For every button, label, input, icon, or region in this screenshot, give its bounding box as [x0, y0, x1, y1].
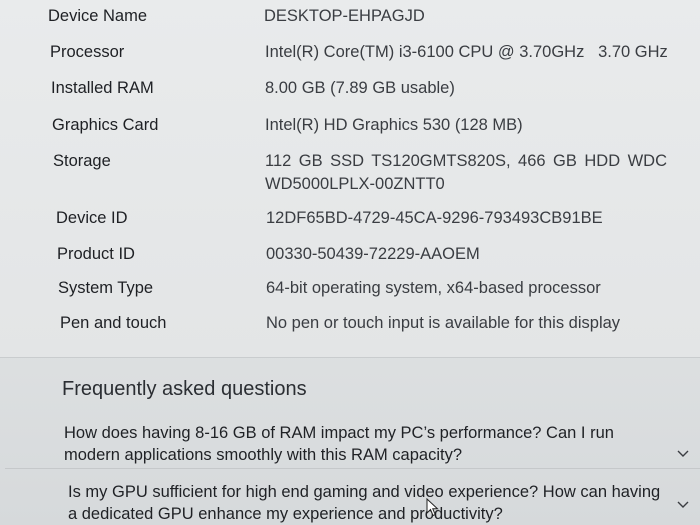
faq-item-ram[interactable]: How does having 8-16 GB of RAM impact my…	[0, 416, 700, 468]
spec-value: 00330-50439-72229-AAOEM	[266, 245, 480, 263]
spec-value: Intel(R) HD Graphics 530 (128 MB)	[265, 116, 523, 134]
device-specifications-panel: Device Name DESKTOP-EHPAGJD Processor In…	[0, 0, 700, 358]
spec-label: Processor	[50, 43, 125, 61]
spec-label: Device Name	[48, 7, 148, 25]
faq-question: How does having 8-16 GB of RAM impact my…	[64, 424, 614, 464]
chevron-down-icon[interactable]	[676, 497, 690, 511]
spec-label: Graphics Card	[52, 116, 159, 134]
faq-section: Frequently asked questions How does havi…	[0, 358, 700, 525]
spec-label: System Type	[58, 279, 154, 297]
spec-label: Product ID	[57, 245, 135, 263]
spec-value: DESKTOP-EHPAGJD	[264, 7, 425, 25]
faq-question: Is my GPU sufficient for high end gaming…	[68, 483, 661, 523]
spec-value: 12DF65BD-4729-45CA-9296-793493CB91BE	[266, 209, 603, 227]
faq-item-gpu[interactable]: Is my GPU sufficient for high end gaming…	[0, 469, 700, 525]
mouse-cursor-icon	[426, 497, 440, 518]
spec-label: Storage	[53, 152, 111, 170]
spec-label: Pen and touch	[60, 314, 167, 332]
faq-heading: Frequently asked questions	[62, 378, 307, 400]
settings-about-screen: Device Name DESKTOP-EHPAGJD Processor In…	[0, 0, 700, 525]
spec-value: 8.00 GB (7.89 GB usable)	[265, 79, 455, 97]
chevron-down-icon[interactable]	[676, 446, 690, 460]
spec-label: Installed RAM	[51, 79, 154, 97]
spec-value: 112 GB SSD TS120GMTS820S, 466 GB HDD WDC…	[265, 152, 667, 193]
spec-value: No pen or touch input is available for t…	[266, 314, 621, 332]
spec-value: Intel(R) Core(TM) i3-6100 CPU @ 3.70GHz …	[265, 43, 668, 61]
spec-label: Device ID	[56, 209, 128, 227]
spec-value: 64-bit operating system, x64-based proce…	[266, 279, 601, 297]
